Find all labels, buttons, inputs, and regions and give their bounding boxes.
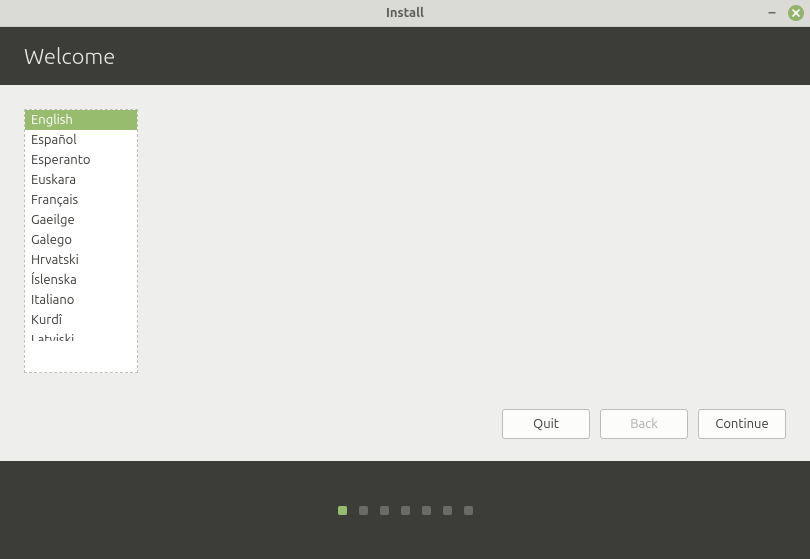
language-item[interactable]: Italiano — [25, 290, 137, 310]
continue-button[interactable]: Continue — [698, 409, 786, 439]
back-button: Back — [600, 409, 688, 439]
progress-dot — [380, 506, 389, 515]
button-row: Quit Back Continue — [502, 409, 786, 439]
language-item[interactable]: Kurdî — [25, 310, 137, 330]
window-controls: – — [764, 5, 804, 21]
language-item[interactable]: Esperanto — [25, 150, 137, 170]
progress-dot — [464, 506, 473, 515]
content-area: EnglishEspañolEsperantoEuskaraFrançaisGa… — [0, 85, 810, 461]
progress-footer — [0, 461, 810, 559]
language-item[interactable]: Latviski — [25, 330, 137, 341]
language-item[interactable]: Galego — [25, 230, 137, 250]
language-item[interactable]: Español — [25, 130, 137, 150]
progress-dot — [443, 506, 452, 515]
titlebar: Install – — [0, 0, 810, 27]
progress-dot — [422, 506, 431, 515]
close-icon — [791, 8, 801, 18]
language-item[interactable]: Français — [25, 190, 137, 210]
language-list[interactable]: EnglishEspañolEsperantoEuskaraFrançaisGa… — [24, 109, 138, 373]
language-item[interactable]: Gaeilge — [25, 210, 137, 230]
language-item[interactable]: English — [25, 110, 137, 130]
page-header: Welcome — [0, 27, 810, 85]
progress-dot — [359, 506, 368, 515]
minimize-button[interactable]: – — [764, 5, 780, 21]
language-item[interactable]: Euskara — [25, 170, 137, 190]
language-item[interactable]: Hrvatski — [25, 250, 137, 270]
progress-dot — [338, 506, 347, 515]
quit-button[interactable]: Quit — [502, 409, 590, 439]
window-title: Install — [386, 6, 424, 20]
close-button[interactable] — [788, 5, 804, 21]
page-title: Welcome — [24, 44, 115, 69]
progress-dot — [401, 506, 410, 515]
language-item[interactable]: Íslenska — [25, 270, 137, 290]
